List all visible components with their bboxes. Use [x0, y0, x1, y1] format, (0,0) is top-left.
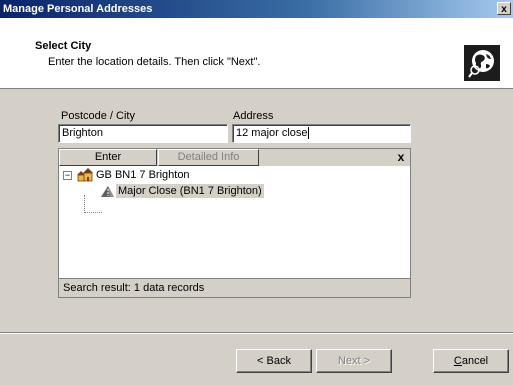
cancel-label-rest: ancel [461, 355, 489, 367]
back-button[interactable]: < Back [236, 349, 312, 373]
close-results-icon[interactable]: x [394, 150, 408, 164]
address-value: 12 major close [236, 127, 308, 139]
address-field[interactable]: 12 major close [232, 124, 411, 143]
page-subtitle: Enter the location details. Then click "… [48, 56, 261, 68]
postcode-label: Postcode / City [61, 110, 135, 122]
postcode-city-value: Brighton [62, 127, 103, 139]
search-status: Search result: 1 data records [59, 278, 410, 297]
collapse-icon[interactable]: − [63, 171, 72, 180]
globe-icon [464, 45, 500, 81]
page-title: Select City [35, 40, 92, 52]
search-results-panel: Enter Detailed Info x − GB BN1 7 Brighto… [58, 148, 411, 298]
text-caret [307, 127, 309, 140]
results-toolbar: Enter Detailed Info x [59, 149, 410, 166]
tree-item-street-label: Major Close (BN1 7 Brighton) [116, 184, 264, 198]
cancel-button[interactable]: Cancel [433, 349, 509, 373]
tree-item-street[interactable]: Major Close (BN1 7 Brighton) [59, 184, 410, 198]
tree-connector-h [84, 212, 102, 214]
window-title: Manage Personal Addresses [3, 3, 153, 15]
detailed-info-button[interactable]: Detailed Info [158, 149, 259, 166]
results-tree: − GB BN1 7 Brighton Major Close (BN1 7 B… [59, 168, 410, 278]
enter-button[interactable]: Enter [59, 149, 157, 166]
wizard-header: Select City Enter the location details. … [0, 18, 513, 89]
close-button[interactable]: x [497, 2, 511, 15]
footer-separator [0, 332, 513, 334]
tree-item-city[interactable]: − GB BN1 7 Brighton [59, 168, 410, 182]
cancel-mnemonic: C [453, 355, 462, 367]
street-icon [99, 184, 115, 202]
title-bar[interactable]: Manage Personal Addresses x [0, 0, 513, 18]
address-label: Address [233, 110, 274, 122]
next-button[interactable]: Next > [316, 349, 392, 373]
tree-item-city-label: GB BN1 7 Brighton [96, 169, 190, 181]
postcode-city-field[interactable]: Brighton [58, 124, 228, 143]
